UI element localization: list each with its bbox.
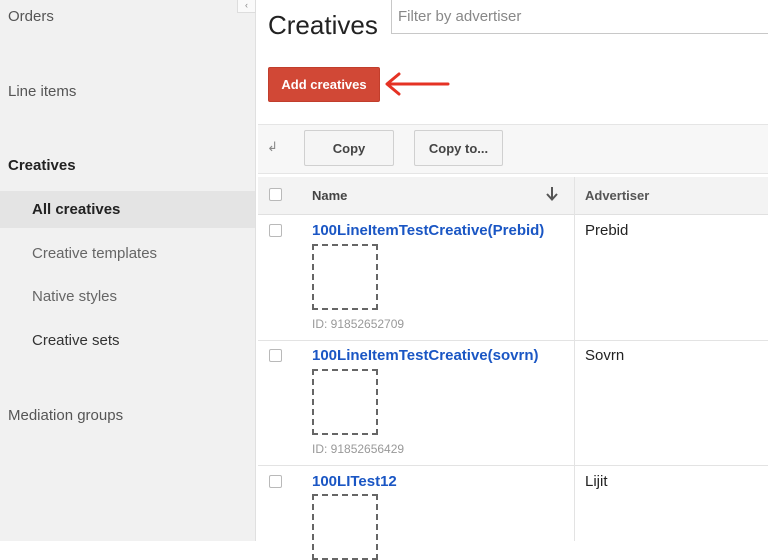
creative-id: ID: 91852652709 [312,317,405,331]
column-header-name[interactable]: Name [312,188,347,203]
copy-button[interactable]: Copy [304,130,394,166]
annotation-arrow-icon [385,72,450,96]
column-divider [574,177,575,541]
advertiser-cell: Lijit [585,473,608,490]
sidebar: ‹ Orders Line items Creatives All creati… [0,0,256,541]
creative-id: ID: 91852656429 [312,442,405,456]
row-checkbox[interactable] [269,224,282,237]
page-title: Creatives [268,10,378,40]
advertiser-cell: Sovrn [585,347,625,364]
creative-name-link[interactable]: 100LineItemTestCreative(sovrn) [312,347,538,364]
creative-thumbnail-placeholder[interactable] [312,494,378,560]
row-divider [258,340,768,341]
return-arrow-icon[interactable]: ↲ [267,139,278,155]
filter-by-advertiser-input[interactable] [391,0,768,34]
sidebar-item-orders[interactable]: Orders [8,8,54,25]
sidebar-item-all-creatives[interactable]: All creatives [32,201,120,218]
sidebar-item-mediation-groups[interactable]: Mediation groups [8,407,123,424]
row-checkbox[interactable] [269,349,282,362]
select-all-checkbox[interactable] [269,188,282,201]
creative-name-link[interactable]: 100LITest12 [312,473,397,490]
column-header-advertiser[interactable]: Advertiser [585,188,649,203]
sidebar-item-creatives[interactable]: Creatives [8,157,76,174]
sidebar-item-line-items[interactable]: Line items [8,83,76,100]
sidebar-item-creative-sets[interactable]: Creative sets [32,332,120,349]
creative-thumbnail-placeholder[interactable] [312,244,378,310]
collapse-sidebar-button[interactable]: ‹ [237,0,256,13]
sort-descending-icon[interactable] [545,186,559,202]
sidebar-item-native-styles[interactable]: Native styles [32,288,117,305]
row-checkbox[interactable] [269,475,282,488]
advertiser-cell: Prebid [585,222,629,239]
sidebar-item-creative-templates[interactable]: Creative templates [32,245,157,262]
add-creatives-button[interactable]: Add creatives [268,67,380,102]
creative-thumbnail-placeholder[interactable] [312,369,378,435]
creative-name-link[interactable]: 100LineItemTestCreative(Prebid) [312,222,544,239]
row-divider [258,465,768,466]
copy-to-button[interactable]: Copy to... [414,130,503,166]
